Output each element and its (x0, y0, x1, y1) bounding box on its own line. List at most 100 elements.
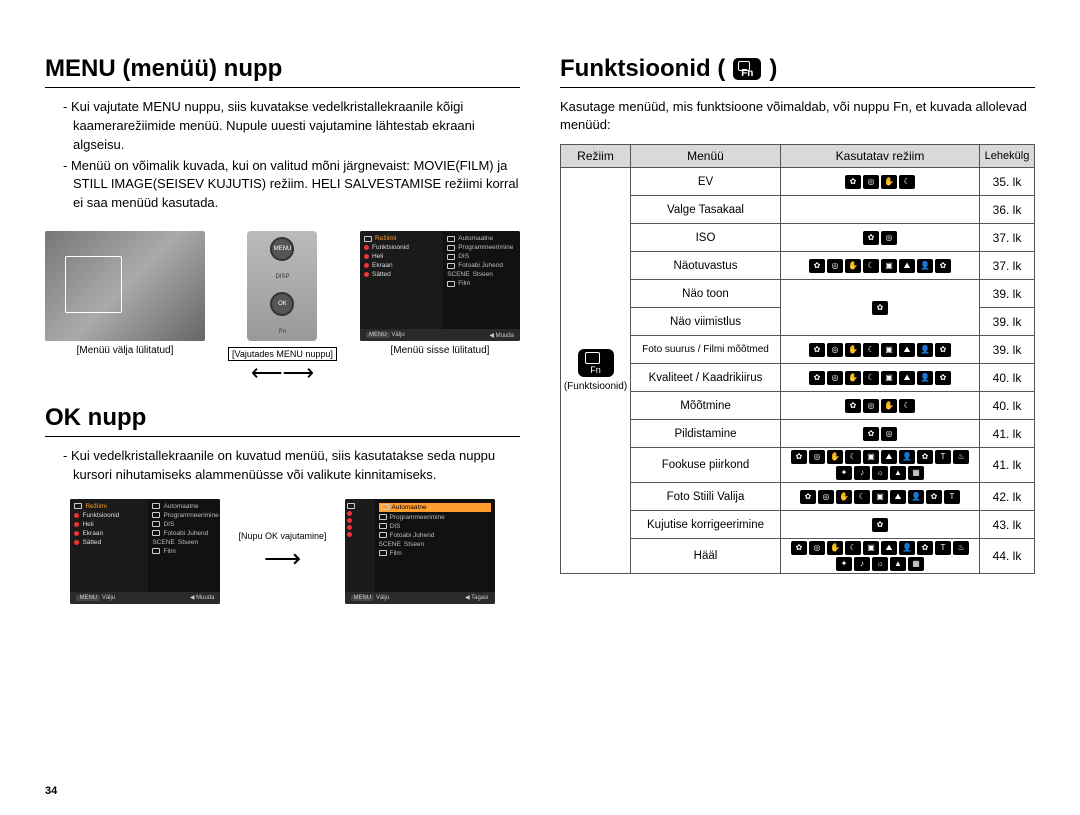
ok-button-icon: OK (270, 292, 294, 316)
fn-icon: Fn (733, 58, 761, 80)
mode-icon: T (935, 450, 951, 464)
mode-icon: T (944, 490, 960, 504)
applicable-mode-cell: ✿◎✋☾▣⛰👤✿T♨✦♪☼▲▦ (781, 539, 980, 574)
mode-icon: ✿ (845, 399, 861, 413)
menu-cell: Kvaliteet / Kaadrikiirus (631, 364, 781, 392)
mode-icon: 👤 (917, 371, 933, 385)
menu-right-item: Programmeerimine (458, 244, 513, 251)
mode-icon: ♪ (854, 557, 870, 571)
functions-title-text: Funktsioonid ( (560, 55, 725, 83)
mode-icon: ♪ (854, 466, 870, 480)
button-panel-column: MENU DISP OK Fn [Vajutades MENU nuppu] ⟵… (228, 231, 337, 378)
fn-label: Fn (279, 329, 286, 335)
table-row: Foto suurus / Filmi mõõtmed✿◎✋☾▣⛰👤✿39. l… (561, 336, 1035, 364)
mode-icon: ▦ (908, 557, 924, 571)
table-row: Valge Tasakaal36. lk (561, 196, 1035, 224)
menu-para-2: - Menüü on võimalik kuvada, kui on valit… (63, 157, 520, 214)
mode-icon: ✿ (800, 490, 816, 504)
menu-cell: ISO (631, 224, 781, 252)
mode-icon: ✿ (809, 371, 825, 385)
mode-icon: ☾ (845, 541, 861, 555)
mode-icon: T (935, 541, 951, 555)
applicable-mode-cell: ✿◎✋☾▣⛰👤✿ (781, 364, 980, 392)
mode-icon: ▣ (863, 450, 879, 464)
lcd-ok-before: Režiimi Funktsioonid Heli Ekraan Sätted … (70, 499, 220, 604)
mode-icon: ◎ (881, 427, 897, 441)
mode-icon: ⛰ (899, 343, 915, 357)
mode-icon: ⛰ (881, 450, 897, 464)
page-cell: 44. lk (980, 539, 1035, 574)
applicable-mode-cell (781, 196, 980, 224)
mode-icon: ◎ (827, 259, 843, 273)
ok-screens-row: Režiimi Funktsioonid Heli Ekraan Sätted … (45, 499, 520, 604)
mode-icon: 👤 (899, 541, 915, 555)
menu-para-1: - Kui vajutate MENU nuppu, siis kuvataks… (63, 98, 520, 155)
table-row: Fookuse piirkond✿◎✋☾▣⛰👤✿T♨✦♪☼▲▦41. lk (561, 448, 1035, 483)
mode-icon: ⛰ (881, 541, 897, 555)
mode-icon: ▣ (872, 490, 888, 504)
mode-icon: ◎ (827, 371, 843, 385)
ok-para: - Kui vedelkristallekraanile on kuvatud … (63, 447, 520, 485)
mode-icon: ▦ (908, 466, 924, 480)
mode-icon: ✿ (917, 541, 933, 555)
menu-right-item: Film (458, 280, 470, 287)
mode-icon: ✿ (863, 231, 879, 245)
section-functions-title: Funktsioonid ( Fn ) (560, 55, 1035, 88)
press-menu-box: [Vajutades MENU nuppu] (228, 347, 337, 361)
mode-icon: ✿ (935, 343, 951, 357)
mode-icon: ☾ (845, 450, 861, 464)
menu-right-item: DIS (458, 253, 469, 260)
table-row: Hääl✿◎✋☾▣⛰👤✿T♨✦♪☼▲▦44. lk (561, 539, 1035, 574)
mode-icon: ◎ (863, 399, 879, 413)
menu-left-title: Režiimi (375, 235, 396, 242)
mode-icon: ▲ (890, 557, 906, 571)
menu-cell: Pildistamine (631, 420, 781, 448)
page-cell: 35. lk (980, 168, 1035, 196)
page-cell: 42. lk (980, 483, 1035, 511)
mode-icon: ☾ (899, 175, 915, 189)
lcd-photo (45, 231, 205, 341)
menu-cell: Hääl (631, 539, 781, 574)
ok-arrow: [Nupu OK vajutamine] ⟶ (238, 531, 326, 571)
mode-icon: ✋ (845, 259, 861, 273)
mode-icon: ▣ (881, 343, 897, 357)
mode-icon: ◎ (818, 490, 834, 504)
mode-icon: ✋ (827, 450, 843, 464)
ok-arrow-label: [Nupu OK vajutamine] (238, 531, 326, 541)
menu-cell: Näotuvastus (631, 252, 781, 280)
section-ok-title: OK nupp (45, 404, 520, 437)
applicable-mode-cell: ✿◎✋☾▣⛰👤✿T♨✦♪☼▲▦ (781, 448, 980, 483)
mode-icon: ◎ (827, 343, 843, 357)
mode-icon: ▣ (863, 541, 879, 555)
page-number: 34 (45, 785, 57, 797)
mode-icon: ☾ (899, 399, 915, 413)
mode-label: (Funktsioonid) (564, 381, 627, 392)
table-row: Foto Stiili Valija✿◎✋☾▣⛰👤✿T42. lk (561, 483, 1035, 511)
mode-icon: ☾ (863, 259, 879, 273)
section-ok-body: - Kui vedelkristallekraanile on kuvatud … (63, 447, 520, 485)
mode-icon: ✿ (791, 541, 807, 555)
table-row: Näo toon✿39. lk (561, 280, 1035, 308)
menu-left-item: Ekraan (372, 262, 393, 269)
mode-icon: ☾ (863, 371, 879, 385)
section-menu-title-text: MENU (menüü) nupp (45, 55, 282, 83)
mode-icon: ✿ (863, 427, 879, 441)
menu-cell: EV (631, 168, 781, 196)
functions-intro: Kasutage menüüd, mis funktsioone võimald… (560, 98, 1035, 134)
mode-icon: ◎ (863, 175, 879, 189)
lcd-ok-after: Automaatne Programmeerimine DIS Fotoabi … (345, 499, 495, 604)
mode-icon: ✿ (809, 343, 825, 357)
table-row: ISO✿◎37. lk (561, 224, 1035, 252)
applicable-mode-cell: ✿◎✋☾▣⛰👤✿T (781, 483, 980, 511)
menu-button-icon: MENU (270, 237, 294, 261)
functions-title-close: ) (769, 55, 777, 83)
mode-icon: ◎ (809, 541, 825, 555)
right-arrow-icon: ⟶ (264, 545, 301, 571)
mode-icon: ▲ (890, 466, 906, 480)
menu-left-item: Sätted (372, 271, 391, 278)
page-cell: 43. lk (980, 511, 1035, 539)
menu-right-item: Stseen (473, 271, 493, 278)
page-cell: 40. lk (980, 392, 1035, 420)
lcd-menu-on: Režiimi Funktsioonid Heli Ekraan Sätted … (360, 231, 520, 341)
mode-icon: ✿ (926, 490, 942, 504)
